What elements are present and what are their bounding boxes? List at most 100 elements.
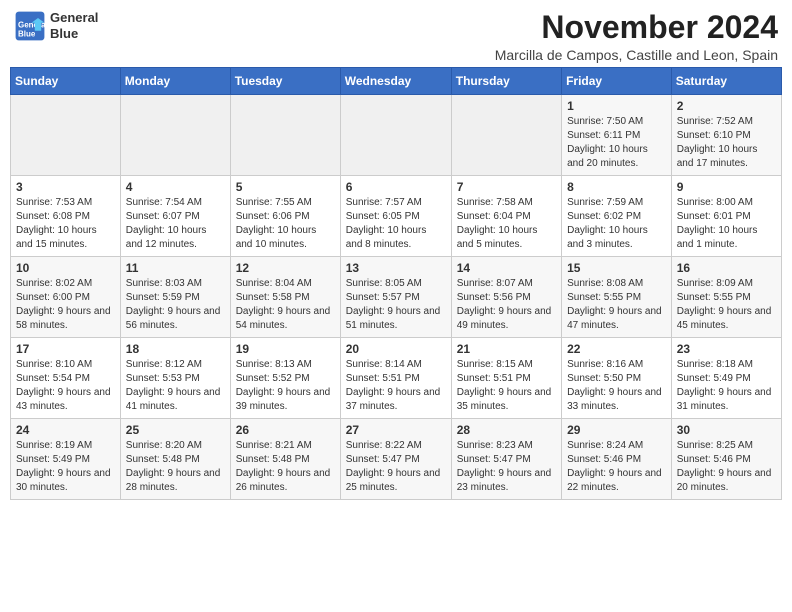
calendar-header-row: SundayMondayTuesdayWednesdayThursdayFrid… (11, 68, 782, 95)
day-number: 21 (457, 342, 556, 356)
calendar-week-row: 17Sunrise: 8:10 AM Sunset: 5:54 PM Dayli… (11, 338, 782, 419)
calendar-cell (230, 95, 340, 176)
day-info: Sunrise: 8:08 AM Sunset: 5:55 PM Dayligh… (567, 277, 666, 333)
calendar-cell: 2 Sunrise: 7:52 AM Sunset: 6:10 PM Daylig… (671, 95, 781, 176)
day-info: Sunrise: 7:55 AM Sunset: 6:06 PM Dayligh… (236, 196, 335, 252)
calendar-cell (120, 95, 230, 176)
day-number: 23 (677, 342, 776, 356)
day-info: Sunrise: 8:16 AM Sunset: 5:50 PM Dayligh… (567, 358, 666, 414)
weekday-header: Tuesday (230, 68, 340, 95)
day-info: Sunrise: 8:19 AM Sunset: 5:49 PM Dayligh… (16, 439, 115, 495)
calendar-cell: 29 Sunrise: 8:24 AM Sunset: 5:46 PM Dayli… (562, 419, 672, 500)
weekday-header: Saturday (671, 68, 781, 95)
day-info: Sunrise: 8:21 AM Sunset: 5:48 PM Dayligh… (236, 439, 335, 495)
calendar-cell: 14Sunrise: 8:07 AM Sunset: 5:56 PM Dayli… (451, 257, 561, 338)
calendar-cell: 12 Sunrise: 8:04 AM Sunset: 5:58 PM Dayli… (230, 257, 340, 338)
weekday-header: Monday (120, 68, 230, 95)
calendar-cell: 23 Sunrise: 8:18 AM Sunset: 5:49 PM Dayli… (671, 338, 781, 419)
calendar-cell: 27 Sunrise: 8:22 AM Sunset: 5:47 PM Dayli… (340, 419, 451, 500)
day-info: Sunrise: 8:20 AM Sunset: 5:48 PM Dayligh… (126, 439, 225, 495)
day-info: Sunrise: 7:57 AM Sunset: 6:05 PM Dayligh… (346, 196, 446, 252)
day-info: Sunrise: 8:24 AM Sunset: 5:46 PM Dayligh… (567, 439, 666, 495)
day-info: Sunrise: 7:52 AM Sunset: 6:10 PM Dayligh… (677, 115, 776, 171)
day-info: Sunrise: 8:12 AM Sunset: 5:53 PM Dayligh… (126, 358, 225, 414)
day-number: 13 (346, 261, 446, 275)
logo-text: General Blue (50, 10, 98, 41)
day-number: 12 (236, 261, 335, 275)
day-info: Sunrise: 8:22 AM Sunset: 5:47 PM Dayligh… (346, 439, 446, 495)
day-info: Sunrise: 8:10 AM Sunset: 5:54 PM Dayligh… (16, 358, 115, 414)
calendar-cell: 9 Sunrise: 8:00 AM Sunset: 6:01 PM Daylig… (671, 176, 781, 257)
day-number: 27 (346, 423, 446, 437)
calendar-cell: 5 Sunrise: 7:55 AM Sunset: 6:06 PM Daylig… (230, 176, 340, 257)
day-info: Sunrise: 7:50 AM Sunset: 6:11 PM Dayligh… (567, 115, 666, 171)
day-number: 2 (677, 99, 776, 113)
day-info: Sunrise: 7:59 AM Sunset: 6:02 PM Dayligh… (567, 196, 666, 252)
day-number: 25 (126, 423, 225, 437)
day-info: Sunrise: 8:03 AM Sunset: 5:59 PM Dayligh… (126, 277, 225, 333)
day-info: Sunrise: 8:02 AM Sunset: 6:00 PM Dayligh… (16, 277, 115, 333)
day-number: 26 (236, 423, 335, 437)
location-title: Marcilla de Campos, Castille and Leon, S… (495, 47, 778, 63)
day-number: 5 (236, 180, 335, 194)
day-number: 24 (16, 423, 115, 437)
calendar-cell: 11 Sunrise: 8:03 AM Sunset: 5:59 PM Dayli… (120, 257, 230, 338)
day-info: Sunrise: 8:14 AM Sunset: 5:51 PM Dayligh… (346, 358, 446, 414)
day-info: Sunrise: 8:00 AM Sunset: 6:01 PM Dayligh… (677, 196, 776, 252)
title-block: November 2024 Marcilla de Campos, Castil… (495, 10, 778, 63)
day-number: 19 (236, 342, 335, 356)
calendar-cell: 8 Sunrise: 7:59 AM Sunset: 6:02 PM Daylig… (562, 176, 672, 257)
day-info: Sunrise: 8:13 AM Sunset: 5:52 PM Dayligh… (236, 358, 335, 414)
weekday-header: Wednesday (340, 68, 451, 95)
day-number: 9 (677, 180, 776, 194)
day-info: Sunrise: 8:05 AM Sunset: 5:57 PM Dayligh… (346, 277, 446, 333)
calendar-cell (11, 95, 121, 176)
day-number: 14 (457, 261, 556, 275)
day-number: 15 (567, 261, 666, 275)
calendar-cell: 4Sunrise: 7:54 AM Sunset: 6:07 PM Daylig… (120, 176, 230, 257)
calendar-cell (340, 95, 451, 176)
svg-text:Blue: Blue (18, 29, 36, 38)
logo-icon: General Blue (14, 10, 46, 42)
day-number: 18 (126, 342, 225, 356)
weekday-header: Friday (562, 68, 672, 95)
calendar-cell: 19 Sunrise: 8:13 AM Sunset: 5:52 PM Dayli… (230, 338, 340, 419)
calendar-cell: 1Sunrise: 7:50 AM Sunset: 6:11 PM Daylig… (562, 95, 672, 176)
calendar-cell: 17Sunrise: 8:10 AM Sunset: 5:54 PM Dayli… (11, 338, 121, 419)
calendar-week-row: 3 Sunrise: 7:53 AM Sunset: 6:08 PM Daylig… (11, 176, 782, 257)
day-info: Sunrise: 7:53 AM Sunset: 6:08 PM Dayligh… (16, 196, 115, 252)
calendar-week-row: 1Sunrise: 7:50 AM Sunset: 6:11 PM Daylig… (11, 95, 782, 176)
month-title: November 2024 (495, 10, 778, 45)
day-number: 20 (346, 342, 446, 356)
calendar-cell: 22 Sunrise: 8:16 AM Sunset: 5:50 PM Dayli… (562, 338, 672, 419)
day-number: 3 (16, 180, 115, 194)
day-number: 29 (567, 423, 666, 437)
day-number: 7 (457, 180, 556, 194)
day-number: 11 (126, 261, 225, 275)
day-info: Sunrise: 8:25 AM Sunset: 5:46 PM Dayligh… (677, 439, 776, 495)
calendar-cell: 21Sunrise: 8:15 AM Sunset: 5:51 PM Dayli… (451, 338, 561, 419)
page-header: General Blue General Blue November 2024 … (10, 10, 782, 63)
calendar-cell: 7 Sunrise: 7:58 AM Sunset: 6:04 PM Daylig… (451, 176, 561, 257)
calendar-table: SundayMondayTuesdayWednesdayThursdayFrid… (10, 67, 782, 500)
calendar-cell: 25 Sunrise: 8:20 AM Sunset: 5:48 PM Dayli… (120, 419, 230, 500)
day-info: Sunrise: 8:04 AM Sunset: 5:58 PM Dayligh… (236, 277, 335, 333)
calendar-cell: 18 Sunrise: 8:12 AM Sunset: 5:53 PM Dayli… (120, 338, 230, 419)
calendar-cell: 16Sunrise: 8:09 AM Sunset: 5:55 PM Dayli… (671, 257, 781, 338)
day-number: 22 (567, 342, 666, 356)
calendar-cell: 10Sunrise: 8:02 AM Sunset: 6:00 PM Dayli… (11, 257, 121, 338)
day-number: 16 (677, 261, 776, 275)
day-info: Sunrise: 8:18 AM Sunset: 5:49 PM Dayligh… (677, 358, 776, 414)
calendar-cell (451, 95, 561, 176)
day-info: Sunrise: 7:54 AM Sunset: 6:07 PM Dayligh… (126, 196, 225, 252)
calendar-cell: 24 Sunrise: 8:19 AM Sunset: 5:49 PM Dayli… (11, 419, 121, 500)
calendar-cell: 15 Sunrise: 8:08 AM Sunset: 5:55 PM Dayli… (562, 257, 672, 338)
calendar-cell: 26 Sunrise: 8:21 AM Sunset: 5:48 PM Dayli… (230, 419, 340, 500)
day-number: 8 (567, 180, 666, 194)
calendar-cell: 30Sunrise: 8:25 AM Sunset: 5:46 PM Dayli… (671, 419, 781, 500)
weekday-header: Thursday (451, 68, 561, 95)
calendar-week-row: 10Sunrise: 8:02 AM Sunset: 6:00 PM Dayli… (11, 257, 782, 338)
day-info: Sunrise: 7:58 AM Sunset: 6:04 PM Dayligh… (457, 196, 556, 252)
calendar-cell: 20 Sunrise: 8:14 AM Sunset: 5:51 PM Dayli… (340, 338, 451, 419)
day-info: Sunrise: 8:23 AM Sunset: 5:47 PM Dayligh… (457, 439, 556, 495)
